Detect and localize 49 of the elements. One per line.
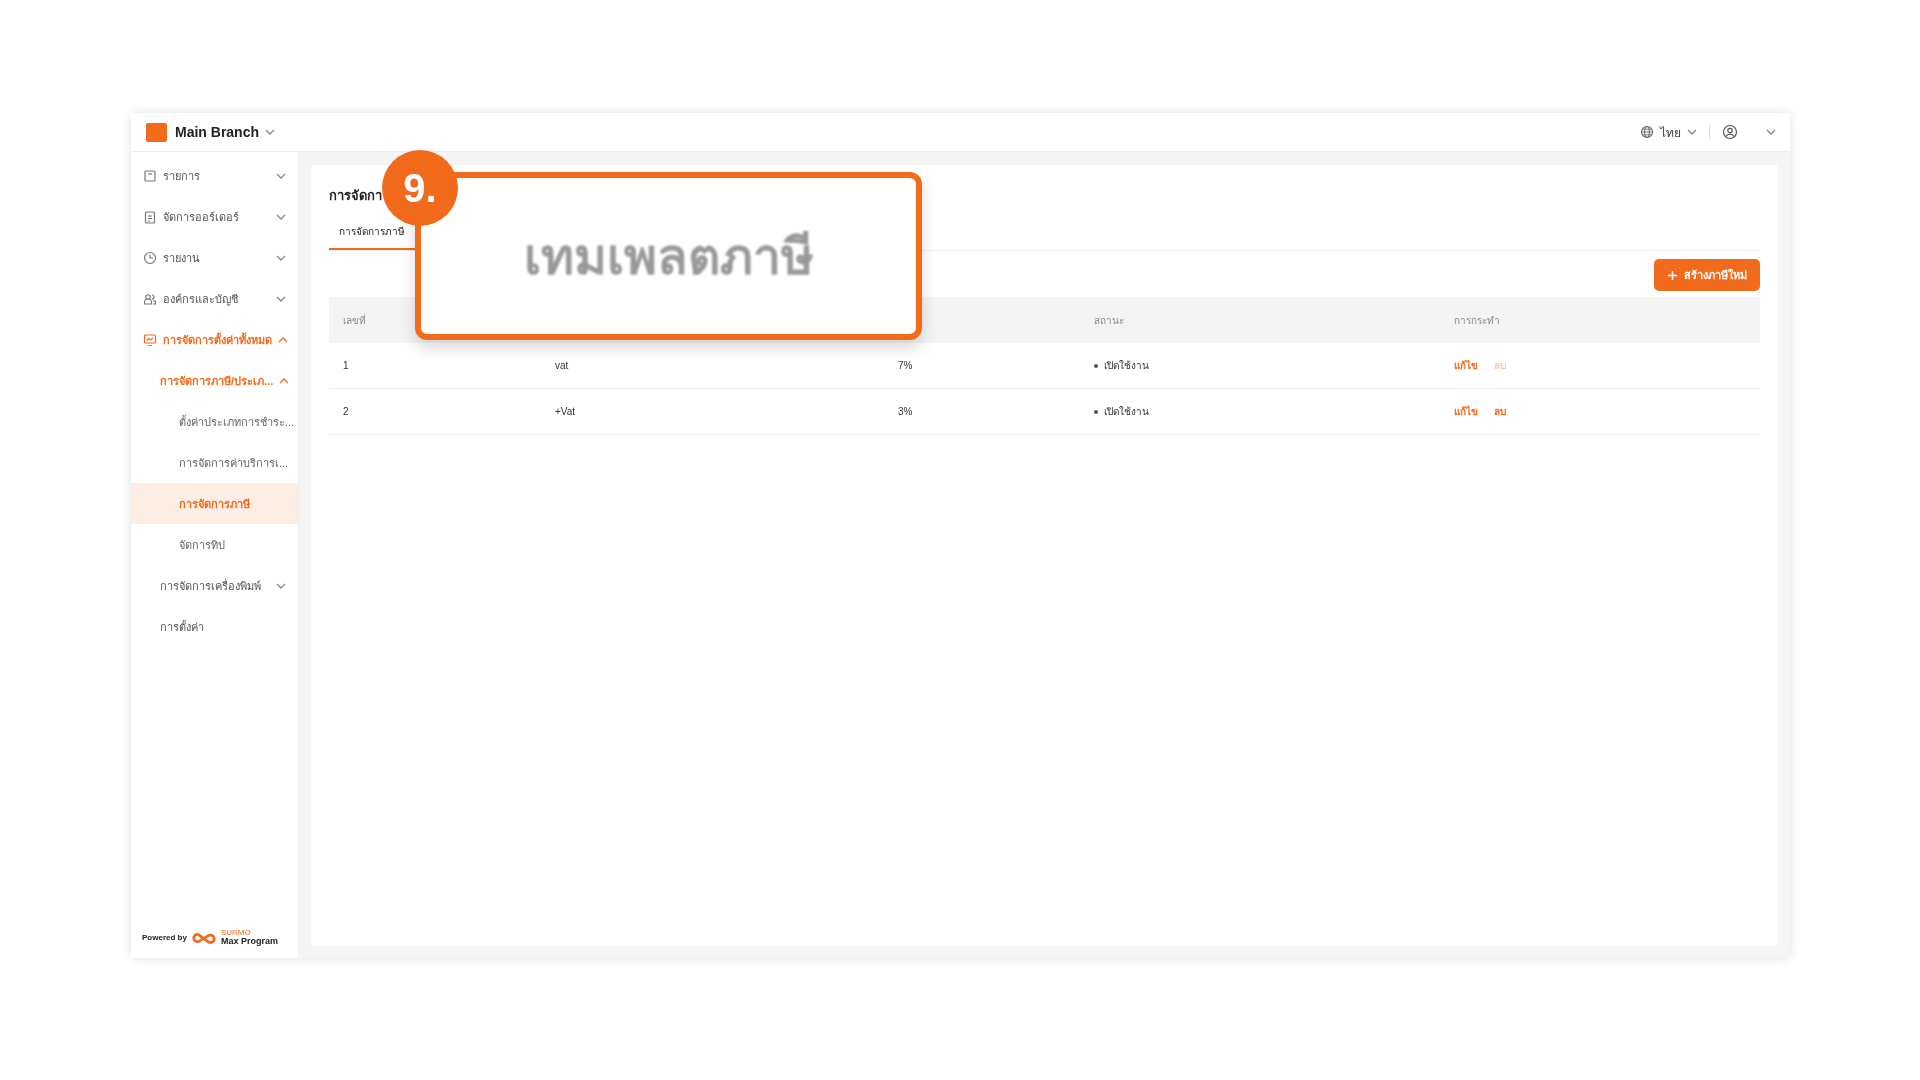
logo-icon <box>146 122 167 142</box>
status-label: เปิดใช้งาน <box>1104 359 1149 373</box>
sidebar-item[interactable]: การจัดการเครื่องพิมพ์ <box>131 565 298 606</box>
clock-icon <box>143 250 157 265</box>
table-cell: 2 <box>343 406 349 417</box>
brand-caption: SURMO <box>220 929 252 937</box>
sidebar-item[interactable]: รายการ <box>131 155 298 196</box>
clipboard-icon <box>143 209 157 224</box>
sidebar-item[interactable]: การตั้งค่า <box>131 606 298 647</box>
column-header: การกระทำ <box>1454 313 1500 328</box>
caret-icon <box>1766 129 1776 135</box>
status-dot-icon <box>1094 409 1098 414</box>
caret-icon <box>276 254 286 261</box>
callout-text: เทมเพลตภาษี <box>523 227 814 287</box>
table-cell: +Vat <box>555 406 576 417</box>
people-icon <box>143 291 157 306</box>
table-cell: 1 <box>343 360 349 371</box>
branch-selector[interactable]: Main Branch <box>175 124 259 140</box>
infinity-logo-icon <box>190 930 217 945</box>
monitor-chart-icon <box>143 332 157 347</box>
table-cell: 7% <box>898 360 913 371</box>
page-title: การจัดกา <box>329 188 382 203</box>
globe-icon[interactable] <box>1640 125 1654 139</box>
caret-icon <box>1687 129 1697 135</box>
status-label: เปิดใช้งาน <box>1104 405 1149 419</box>
caret-icon <box>276 582 286 589</box>
caret-icon <box>276 295 286 302</box>
caret-icon <box>278 336 288 343</box>
sidebar-item[interactable]: จัดการออร์เดอร์ <box>131 196 298 237</box>
sidebar-item[interactable]: การจัดการค่าบริการเ... <box>131 442 298 483</box>
user-icon[interactable] <box>1722 124 1738 140</box>
table-cell: vat <box>555 360 569 371</box>
plus-icon <box>1667 269 1678 281</box>
sidebar-item[interactable]: รายงาน <box>131 237 298 278</box>
column-header: เลขที่ <box>343 312 366 328</box>
powered-by-label: Powered by <box>142 933 187 942</box>
table-cell: 3% <box>898 406 913 417</box>
sidebar-item[interactable]: จัดการทิป <box>131 524 298 565</box>
brand-name: Max Program <box>220 937 278 946</box>
status-dot-icon <box>1094 363 1098 368</box>
box-icon <box>143 168 157 183</box>
caret-icon <box>276 213 286 220</box>
caret-icon <box>279 377 290 384</box>
language-selector[interactable]: ไทย <box>1660 122 1681 142</box>
caret-icon <box>265 129 275 135</box>
caret-icon <box>276 172 286 179</box>
column-header: สถานะ <box>1094 313 1124 328</box>
sidebar-item[interactable]: องค์กรและบัญชี <box>131 278 298 319</box>
sidebar-item[interactable]: ตั้งค่าประเภทการชำระ... <box>131 401 298 442</box>
